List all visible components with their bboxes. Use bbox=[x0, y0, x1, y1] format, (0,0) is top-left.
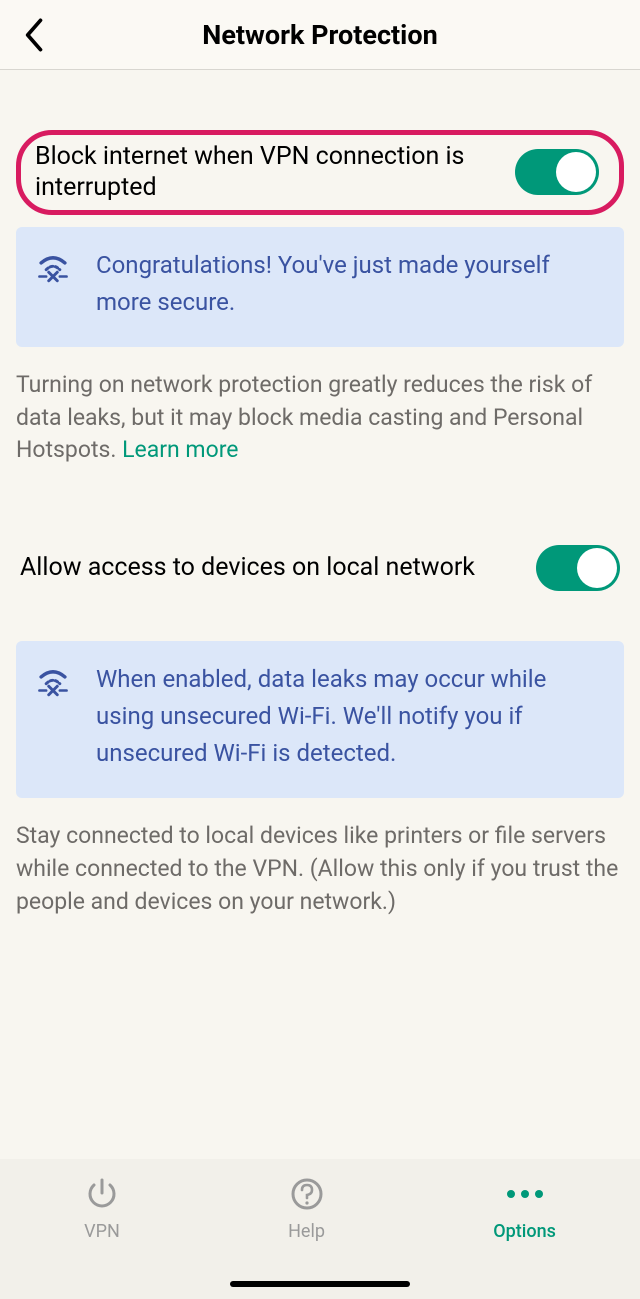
tab-help[interactable]: Help bbox=[288, 1177, 325, 1242]
block-internet-banner: Congratulations! You've just made yourse… bbox=[16, 227, 624, 347]
wifi-x-icon bbox=[36, 251, 70, 285]
header-bar: Network Protection bbox=[0, 0, 640, 70]
learn-more-link[interactable]: Learn more bbox=[122, 436, 238, 463]
tab-help-label: Help bbox=[288, 1221, 325, 1242]
help-icon bbox=[290, 1177, 324, 1211]
tab-options[interactable]: Options bbox=[493, 1177, 556, 1242]
block-internet-toggle[interactable] bbox=[515, 149, 599, 195]
local-network-toggle[interactable] bbox=[536, 545, 620, 591]
local-network-banner: When enabled, data leaks may occur while… bbox=[16, 641, 624, 799]
local-network-setting-row: Allow access to devices on local network bbox=[16, 545, 624, 591]
page-title: Network Protection bbox=[202, 19, 437, 51]
block-internet-description: Turning on network protection greatly re… bbox=[16, 369, 624, 467]
tab-vpn[interactable]: VPN bbox=[84, 1177, 120, 1242]
power-icon bbox=[85, 1177, 119, 1211]
chevron-left-icon bbox=[24, 18, 46, 52]
block-internet-desc-text: Turning on network protection greatly re… bbox=[16, 371, 592, 463]
local-network-banner-text: When enabled, data leaks may occur while… bbox=[96, 661, 600, 773]
tab-bar: VPN Help Options bbox=[0, 1159, 640, 1299]
content-area: Block internet when VPN connection is in… bbox=[0, 130, 640, 918]
tab-options-label: Options bbox=[493, 1221, 556, 1242]
toggle-knob bbox=[556, 152, 596, 192]
block-internet-setting-row: Block internet when VPN connection is in… bbox=[16, 130, 624, 215]
home-indicator[interactable] bbox=[230, 1281, 410, 1287]
block-internet-banner-text: Congratulations! You've just made yourse… bbox=[96, 247, 600, 321]
local-network-description: Stay connected to local devices like pri… bbox=[16, 820, 624, 918]
wifi-x-icon bbox=[36, 665, 70, 699]
local-network-label: Allow access to devices on local network bbox=[20, 552, 475, 583]
more-icon bbox=[508, 1177, 542, 1211]
tab-vpn-label: VPN bbox=[84, 1221, 120, 1242]
back-button[interactable] bbox=[10, 0, 60, 70]
block-internet-label: Block internet when VPN connection is in… bbox=[35, 141, 465, 204]
toggle-knob bbox=[577, 548, 617, 588]
